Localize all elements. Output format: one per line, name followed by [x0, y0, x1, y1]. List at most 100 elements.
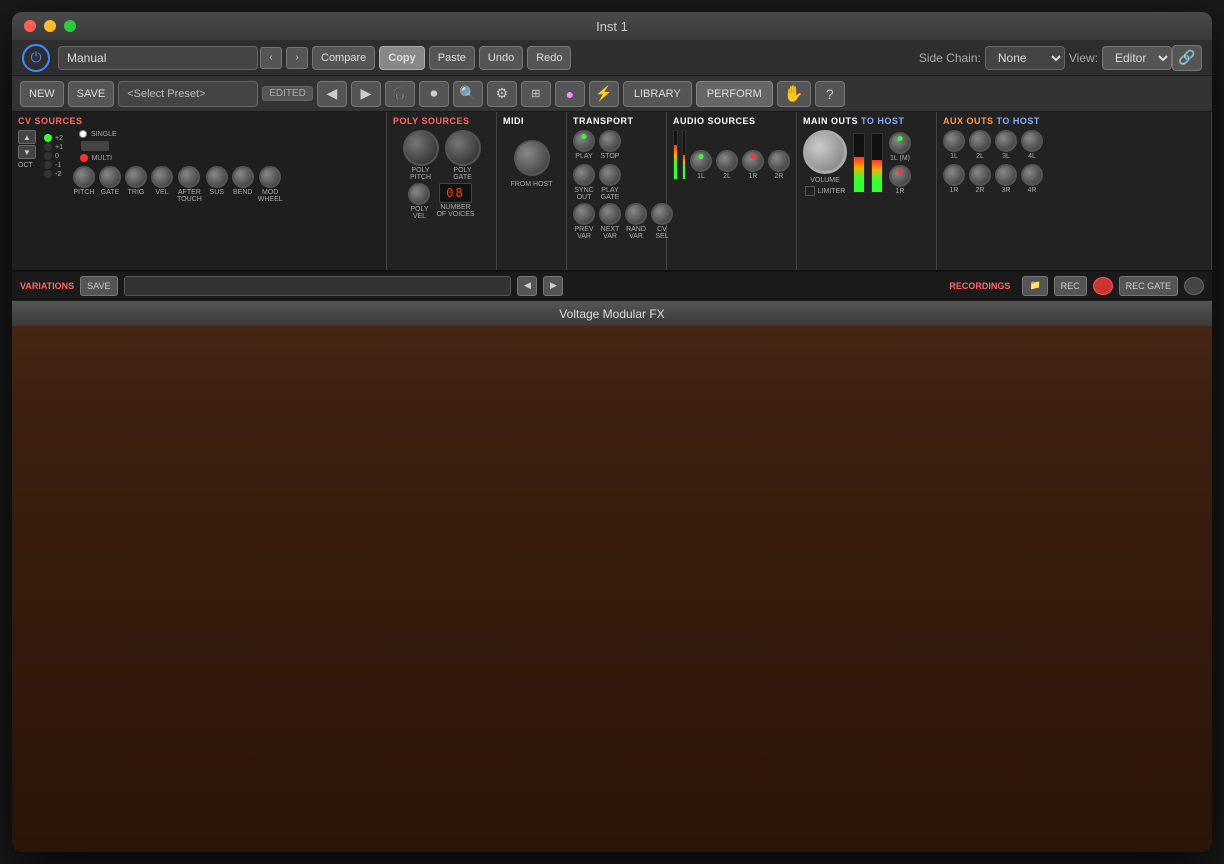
poly-pitch-knob[interactable] [403, 130, 439, 166]
sync-out-knob[interactable] [573, 164, 595, 186]
vel-knob[interactable] [151, 166, 173, 188]
trig-knob[interactable] [125, 166, 147, 188]
record-button[interactable]: ⏺ [419, 81, 449, 107]
rec-gate-button[interactable]: REC GATE [1119, 276, 1178, 296]
aux-4r-knob[interactable] [1021, 164, 1043, 186]
cv-sources-title: CV SOURCES [18, 116, 380, 126]
copy-button[interactable]: Copy [379, 46, 425, 70]
headphones-button[interactable]: 🎧 [385, 81, 415, 107]
transport-title: TRANSPORT [573, 116, 660, 126]
stop-knob[interactable] [599, 130, 621, 152]
gate-knob[interactable] [99, 166, 121, 188]
transport-section: TRANSPORT PLAY STOP SYNCOUT [567, 112, 667, 270]
oct-down-button[interactable]: ▼ [18, 145, 36, 159]
prev-preset-button[interactable]: ◀ [317, 81, 347, 107]
aux-2l-knob[interactable] [969, 130, 991, 152]
undo-button[interactable]: Undo [479, 46, 523, 70]
aux-1r-knob[interactable] [943, 164, 965, 186]
audio-1l-knob[interactable] [690, 150, 712, 172]
audio-2l-knob[interactable] [716, 150, 738, 172]
aux-4l-knob[interactable] [1021, 130, 1043, 152]
preset-dropdown[interactable]: Manual [58, 46, 258, 70]
new-button[interactable]: NEW [20, 81, 64, 107]
library-button[interactable]: LIBRARY [623, 81, 692, 107]
multi-label: MULTI [92, 155, 112, 162]
play-gate-knob[interactable] [599, 164, 621, 186]
view-dropdown[interactable]: Editor [1102, 46, 1172, 70]
midi-knob[interactable] [514, 140, 550, 176]
aftertouch-knob[interactable] [178, 166, 200, 188]
window-title: Inst 1 [596, 19, 628, 34]
single-radio[interactable] [79, 130, 87, 138]
gear-button[interactable]: ⚙ [487, 81, 517, 107]
recordings-title: RECORDINGS [949, 281, 1010, 291]
main-1r-knob[interactable] [889, 165, 911, 187]
aux-3r-knob[interactable] [995, 164, 1017, 186]
cv-sel-knob[interactable] [651, 203, 673, 225]
color-button[interactable]: ● [555, 81, 585, 107]
minimize-button[interactable] [44, 20, 56, 32]
hand-button[interactable]: ✋ [777, 81, 811, 107]
rec-circle-button[interactable] [1093, 277, 1113, 295]
toolbar-row1: ⏻ Manual ‹ › Compare Copy Paste Undo Red… [12, 40, 1212, 76]
pitch-label: PITCH [73, 189, 94, 196]
title-bar: Inst 1 [12, 12, 1212, 40]
power-button[interactable]: ⏻ [22, 44, 50, 72]
save-button[interactable]: SAVE [68, 81, 115, 107]
rec-button[interactable]: REC [1054, 276, 1087, 296]
main-1lm-knob[interactable] [889, 132, 911, 154]
digit-display: 08 [439, 183, 471, 203]
midi-section: MIDI FROM HOST [497, 112, 567, 270]
pitch-knob[interactable] [73, 166, 95, 188]
main-outs-section: MAIN OUTS to host VOLUME LIMITER [797, 112, 937, 270]
prev-var-knob[interactable] [573, 203, 595, 225]
poly-gate-label: POLYGATE [453, 167, 472, 181]
sidechain-dropdown[interactable]: None [985, 46, 1065, 70]
poly-gate-knob[interactable] [445, 130, 481, 166]
perform-button[interactable]: PERFORM [696, 81, 773, 107]
rand-var-knob[interactable] [625, 203, 647, 225]
play-knob[interactable] [573, 130, 595, 152]
variations-input[interactable] [124, 276, 512, 296]
bend-knob[interactable] [232, 166, 254, 188]
limiter-checkbox[interactable] [805, 186, 815, 196]
next-preset-button[interactable]: ▶ [351, 81, 381, 107]
next-variation-button[interactable]: ▶ [543, 276, 563, 296]
search-button[interactable]: 🔍 [453, 81, 483, 107]
aux-1l-knob[interactable] [943, 130, 965, 152]
folder-icon: 📁 [1029, 280, 1040, 290]
help-button[interactable]: ? [815, 81, 845, 107]
paste-button[interactable]: Paste [429, 46, 475, 70]
sus-knob[interactable] [206, 166, 228, 188]
redo-button[interactable]: Redo [527, 46, 571, 70]
grid-button[interactable]: ⊞ [521, 81, 551, 107]
mod-wheel-knob[interactable] [259, 166, 281, 188]
link-button[interactable]: 🔗 [1172, 45, 1202, 71]
synth-area: CV SOURCES ▲ ▼ OCT +2 +1 [12, 112, 1212, 852]
rec-gate-circle[interactable] [1184, 277, 1204, 295]
aftertouch-knob-group: AFTERTOUCH [177, 166, 202, 203]
maximize-button[interactable] [64, 20, 76, 32]
poly-pitch-label: POLYPITCH [410, 167, 431, 181]
compare-button[interactable]: Compare [312, 46, 375, 70]
audio-1r-knob[interactable] [742, 150, 764, 172]
forward-button[interactable]: › [286, 47, 308, 69]
aux-2r-knob[interactable] [969, 164, 991, 186]
poly-vel-knob[interactable] [408, 183, 430, 205]
next-var-knob[interactable] [599, 203, 621, 225]
oct-zero-label: 0 [55, 153, 59, 160]
close-button[interactable] [24, 20, 36, 32]
vu-meter-1l [673, 130, 678, 180]
back-button[interactable]: ‹ [260, 47, 282, 69]
lightning-button[interactable]: ⚡ [589, 81, 619, 107]
oct-up-button[interactable]: ▲ [18, 130, 36, 144]
folder-button[interactable]: 📁 [1022, 276, 1047, 296]
variations-save-button[interactable]: SAVE [80, 276, 117, 296]
volume-knob[interactable] [803, 130, 847, 174]
prev-variation-button[interactable]: ◀ [517, 276, 537, 296]
power-icon: ⏻ [30, 49, 41, 66]
pitch-bend-slider[interactable] [81, 141, 109, 151]
grid-icon: ⊞ [531, 87, 540, 100]
audio-2r-knob[interactable] [768, 150, 790, 172]
aux-3l-knob[interactable] [995, 130, 1017, 152]
